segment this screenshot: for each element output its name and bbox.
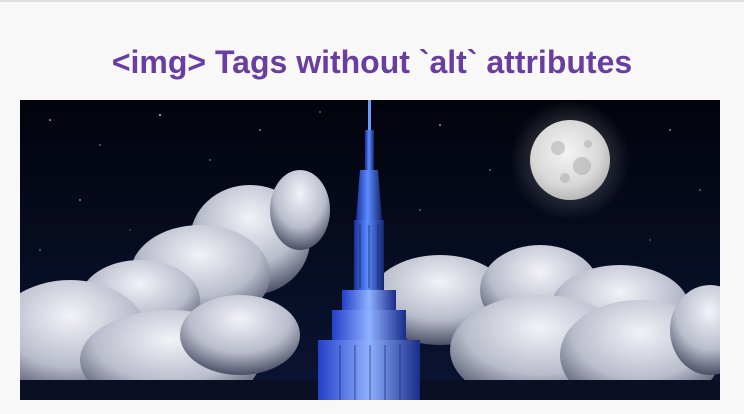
night-skyline-svg — [20, 100, 720, 400]
page: <img> Tags without `alt` attributes — [0, 0, 744, 414]
moon — [530, 120, 610, 200]
page-heading: <img> Tags without `alt` attributes — [111, 44, 633, 80]
night-skyline-image — [20, 100, 720, 400]
top-border — [0, 0, 744, 2]
